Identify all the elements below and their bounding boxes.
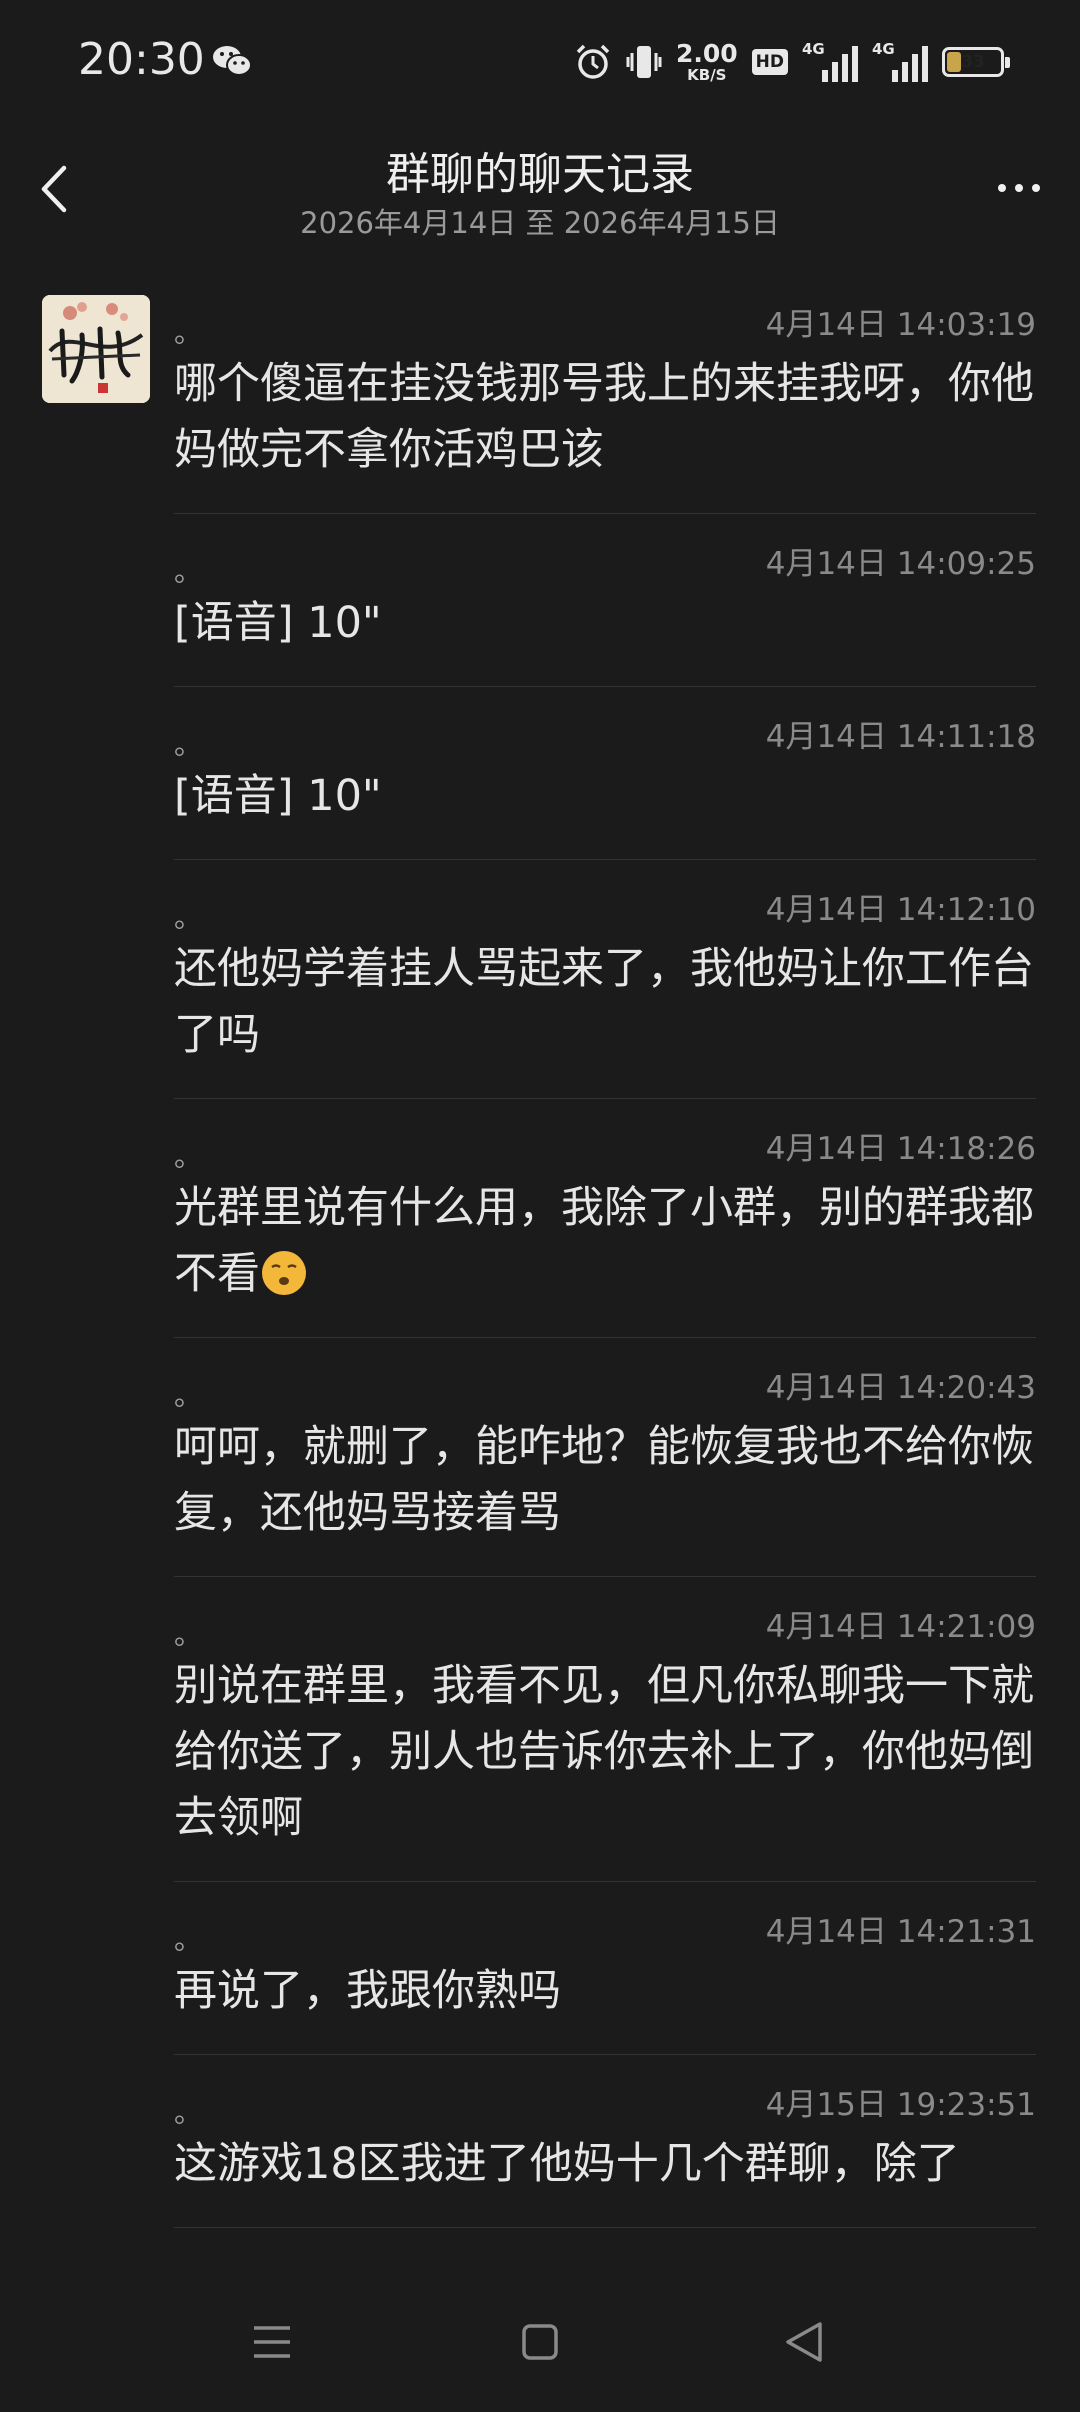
status-time: 20:30 bbox=[78, 34, 205, 85]
message-time: 4月14日 14:21:31 bbox=[765, 1914, 1036, 1950]
alarm-icon bbox=[576, 44, 610, 79]
list-item[interactable]: 。 4月14日 14:21:09 别说在群里，我看不见，但凡你私聊我一下就给你送… bbox=[174, 1577, 1036, 1882]
vibrate-icon bbox=[626, 46, 662, 78]
list-item[interactable]: 。 4月14日 14:03:19 哪个傻逼在挂没钱那号我上的来挂我呀，你他妈做完… bbox=[174, 275, 1036, 514]
message-text-wrap: 光群里说有什么用，我除了小群，别的群我都不看 bbox=[174, 1175, 1036, 1307]
message-text: 呵呵，就删了，能咋地？能恢复我也不给你恢复，还他妈骂接着骂 bbox=[174, 1422, 1034, 1538]
battery-level: 33 bbox=[961, 52, 985, 72]
page-title: 群聊的聊天记录 bbox=[386, 149, 694, 200]
net-speed-value: 2.00 bbox=[675, 39, 738, 68]
message-list[interactable]: 。 4月14日 14:03:19 哪个傻逼在挂没钱那号我上的来挂我呀，你他妈做完… bbox=[0, 275, 1080, 2279]
message-time: 4月14日 14:12:10 bbox=[765, 892, 1036, 928]
wechat-icon bbox=[213, 46, 252, 76]
voice-message[interactable]: [语音] 10" bbox=[174, 590, 1036, 656]
voice-message[interactable]: [语音] 10" bbox=[174, 763, 1036, 829]
net-speed: 2.00 KB/S bbox=[676, 41, 738, 83]
net-speed-unit: KB/S bbox=[687, 66, 727, 84]
kissing-face-emoji-icon bbox=[262, 1251, 306, 1295]
list-item[interactable]: 。 4月15日 19:23:51 这游戏18区我进了他妈十几个群聊，除了 bbox=[174, 2055, 1036, 2228]
message-text: 哪个傻逼在挂没钱那号我上的来挂我呀，你他妈做完不拿你活鸡巴该 bbox=[174, 359, 1034, 475]
list-item[interactable]: 。 4月14日 14:18:26 光群里说有什么用，我除了小群，别的群我都不看 bbox=[174, 1099, 1036, 1338]
message-text: 这游戏18区我进了他妈十几个群聊，除了 bbox=[174, 2139, 960, 2189]
list-item[interactable]: 。 4月14日 14:20:43 呵呵，就删了，能咋地？能恢复我也不给你恢复，还… bbox=[174, 1338, 1036, 1577]
message-text: 还他妈学着挂人骂起来了，我他妈让你工作台了吗 bbox=[174, 944, 1034, 1060]
status-bar: 20:30 2.00 KB/S HD 4G 4G 33 bbox=[0, 0, 1080, 124]
message-time: 4月14日 14:03:19 bbox=[765, 307, 1036, 343]
signal-icon: 4G bbox=[872, 40, 928, 82]
hd-badge: HD bbox=[751, 49, 788, 75]
message-time: 4月14日 14:09:25 bbox=[765, 546, 1036, 582]
message-time: 4月14日 14:18:26 bbox=[765, 1131, 1036, 1167]
message-time: 4月15日 19:23:51 bbox=[765, 2087, 1036, 2123]
message-time: 4月14日 14:20:43 bbox=[765, 1370, 1036, 1406]
home-icon[interactable] bbox=[522, 2324, 558, 2360]
message-text: 别说在群里，我看不见，但凡你私聊我一下就给你送了，别人也告诉你去补上了，你他妈倒… bbox=[174, 1661, 1034, 1843]
list-item[interactable]: 。 4月14日 14:09:25 [语音] 10" bbox=[174, 514, 1036, 687]
calligraphy-logo bbox=[42, 295, 150, 403]
list-item[interactable]: 。 4月14日 14:12:10 还他妈学着挂人骂起来了，我他妈让你工作台了吗 bbox=[174, 860, 1036, 1099]
message-text: 再说了，我跟你熟吗 bbox=[174, 1966, 561, 2016]
signal-icon: 4G bbox=[802, 40, 858, 82]
battery-icon: 33 bbox=[942, 47, 1010, 77]
list-item[interactable]: 。 4月14日 14:11:18 [语音] 10" bbox=[174, 687, 1036, 860]
list-item[interactable]: 。 4月14日 14:21:31 再说了，我跟你熟吗 bbox=[174, 1882, 1036, 2055]
back-triangle-icon[interactable] bbox=[784, 2320, 824, 2364]
title-bar: 群聊的聊天记录 2026年4月14日 至 2026年4月15日 bbox=[0, 124, 1080, 254]
avatar[interactable] bbox=[42, 295, 150, 403]
more-dots-icon[interactable] bbox=[986, 158, 1052, 218]
menu-icon[interactable] bbox=[252, 2320, 292, 2364]
message-time: 4月14日 14:21:09 bbox=[765, 1609, 1036, 1645]
date-range: 2026年4月14日 至 2026年4月15日 bbox=[300, 206, 780, 240]
system-nav-bar bbox=[0, 2280, 1080, 2412]
message-time: 4月14日 14:11:18 bbox=[765, 719, 1036, 755]
